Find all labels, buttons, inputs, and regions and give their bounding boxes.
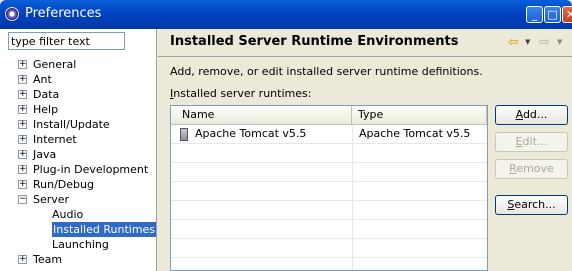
title-bar[interactable]: Preferences _ □ ✕ [0,0,572,29]
column-header-name[interactable]: Name [171,106,352,125]
tree-item-java[interactable]: + Java [0,147,157,162]
tree-item-launching[interactable]: Launching [0,237,157,252]
table-row [171,239,487,258]
tree-item-label: Run/Debug [33,178,94,191]
table-label-text: nstalled server runtimes: [173,87,312,100]
forward-dropdown-icon[interactable]: ▼ [557,38,562,46]
server-icon [180,128,188,141]
table-row [171,163,487,182]
page-description: Add, remove, or edit installed server ru… [170,65,483,78]
edit-label: dit... [522,135,548,148]
search-button[interactable]: Search... [495,195,568,215]
tree-item-help[interactable]: + Help [0,102,157,117]
tree-item-label: Help [33,103,59,116]
table-row [171,144,487,163]
tree-item-label: Internet [33,133,77,146]
search-label: earch... [514,198,556,211]
add-button[interactable]: Add... [495,105,568,125]
tree-item-ant[interactable]: + Ant [0,72,157,87]
expand-icon[interactable]: + [18,105,27,114]
runtimes-table[interactable]: Name Type Apache Tomcat v5.5 Apache Tomc… [170,105,488,271]
table-row [171,201,487,220]
back-dropdown-icon[interactable]: ▼ [525,38,530,46]
remove-button[interactable]: Remove [495,159,568,179]
tree-item-label: Plug-in Development [33,163,149,176]
expand-icon[interactable]: + [18,75,27,84]
expand-icon[interactable]: + [18,150,27,159]
expand-icon[interactable]: + [18,90,27,99]
tree-item-general[interactable]: + General [0,57,157,72]
minimize-button[interactable]: _ [526,6,543,23]
column-header-type[interactable]: Type [352,106,487,125]
edit-mnemonic: E [515,135,523,148]
tree-item-plug-in-development[interactable]: + Plug-in Development [0,162,157,177]
tree-item-server[interactable]: − Server [0,192,157,207]
edit-button[interactable]: Edit... [495,132,568,152]
tree-item-label: Ant [33,73,52,86]
expand-icon[interactable]: + [18,120,27,129]
filter-input[interactable] [8,32,125,50]
tree-item-team[interactable]: + Team [0,252,157,267]
add-label: dd... [522,108,548,121]
remove-label: emove [516,162,554,175]
preferences-navigation: + General + Ant + Data + Help + Install/Update + In… [0,29,157,271]
tree-item-label: Server [33,193,70,206]
runtime-name-cell: Apache Tomcat v5.5 [195,127,307,140]
tree-item-label: Java [33,148,57,161]
table-row [171,182,487,201]
header-divider [158,56,572,57]
page-title: Installed Server Runtime Environments [170,34,459,49]
close-button[interactable]: ✕ [562,6,572,23]
table-row [171,220,487,239]
collapse-icon[interactable]: − [18,195,27,204]
tree-item-data[interactable]: + Data [0,87,157,102]
tree-item-label: Team [33,253,63,266]
expand-icon[interactable]: + [18,180,27,189]
expand-icon[interactable]: + [18,60,27,69]
tree-item-audio[interactable]: Audio [0,207,157,222]
table-row [171,258,487,270]
column-divider [487,125,488,271]
back-arrow-icon[interactable]: ⇦ [508,35,519,50]
tree-item-label: General [33,58,77,71]
tree-item-internet[interactable]: + Internet [0,132,157,147]
tree-item-label: Launching [52,238,109,251]
tree-item-run-debug[interactable]: + Run/Debug [0,177,157,192]
expand-icon[interactable]: + [18,135,27,144]
tree-item-label: Installed Runtimes [52,222,157,237]
tree-item-label: Audio [52,208,84,221]
expand-icon[interactable]: + [18,165,27,174]
runtimes-table-label: Installed server runtimes: [170,87,311,100]
tree-item-installed-runtimes[interactable]: Installed Runtimes [0,222,157,237]
maximize-button[interactable]: □ [544,6,561,23]
runtime-type-cell: Apache Tomcat v5.5 [359,127,471,140]
expand-icon[interactable]: + [18,255,27,264]
eclipse-icon [5,7,19,21]
tree-item-label: Install/Update [33,118,110,131]
add-mnemonic: A [515,108,523,121]
tree-item-label: Data [33,88,60,101]
tree-item-install-update[interactable]: + Install/Update [0,117,157,132]
table-row[interactable]: Apache Tomcat v5.5 Apache Tomcat v5.5 [171,125,487,144]
forward-arrow-icon[interactable]: ⇨ [539,35,550,50]
window-title: Preferences [25,6,102,21]
